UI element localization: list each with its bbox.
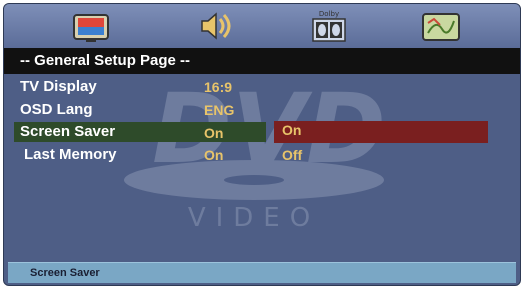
submenu-option-off[interactable]: Off	[282, 147, 302, 163]
status-bar: Screen Saver	[8, 262, 516, 283]
status-text: Screen Saver	[30, 267, 100, 279]
audio-setup-icon[interactable]	[190, 7, 236, 45]
submenu-selection-highlight	[274, 121, 488, 143]
disc-hole	[224, 175, 284, 185]
setting-label: OSD Lang	[20, 101, 93, 118]
page-header: -- General Setup Page --	[4, 48, 520, 74]
setting-value: ENG	[204, 102, 235, 118]
setting-label: Last Memory	[24, 146, 117, 163]
preference-icon[interactable]	[418, 7, 464, 45]
setting-value: 16:9	[204, 79, 233, 95]
setting-value: On	[204, 125, 224, 141]
setting-value: On	[204, 147, 224, 163]
setting-label: TV Display	[20, 78, 97, 95]
page-title: -- General Setup Page --	[20, 52, 191, 69]
dvd-video-watermark: DVD VIDEO	[124, 74, 386, 233]
setting-label: Screen Saver	[20, 123, 116, 140]
setup-screen: Dolby -- General Setup Page -- DVD VIDEO…	[3, 3, 521, 286]
setup-menu-icon-bar: Dolby	[4, 4, 520, 48]
general-setup-icon[interactable]	[68, 7, 114, 45]
video-logo-text: VIDEO	[188, 203, 320, 233]
dolby-digital-icon[interactable]: Dolby	[306, 7, 352, 45]
dolby-icon-label: Dolby	[319, 10, 339, 18]
submenu-option-on[interactable]: On	[282, 122, 301, 138]
